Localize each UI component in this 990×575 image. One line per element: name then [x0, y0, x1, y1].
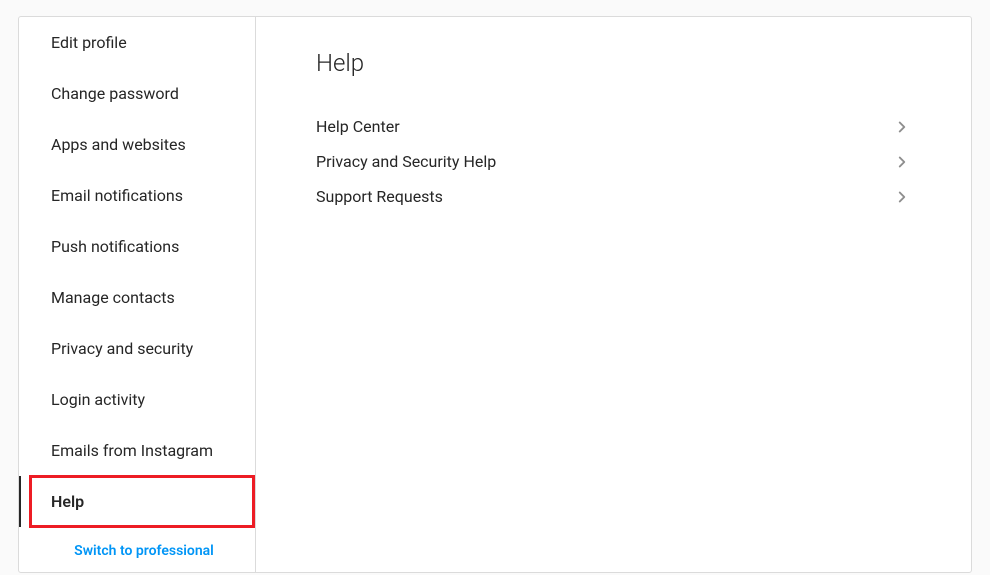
sidebar-item-login-activity[interactable]: Login activity: [19, 374, 255, 425]
sidebar-item-label: Manage contacts: [51, 288, 175, 307]
sidebar-item-help[interactable]: Help: [19, 476, 255, 527]
sidebar-item-apps-websites[interactable]: Apps and websites: [19, 119, 255, 170]
sidebar-item-emails-from-instagram[interactable]: Emails from Instagram: [19, 425, 255, 476]
sidebar-item-edit-profile[interactable]: Edit profile: [19, 17, 255, 68]
chevron-right-icon: [893, 118, 911, 136]
help-item-label: Help Center: [316, 117, 400, 136]
sidebar-item-label: Privacy and security: [51, 339, 193, 358]
page-title: Help: [316, 49, 911, 77]
chevron-right-icon: [893, 153, 911, 171]
sidebar-item-label: Emails from Instagram: [51, 441, 213, 460]
sidebar-item-label: Email notifications: [51, 186, 183, 205]
switch-to-professional-link[interactable]: Switch to professional: [19, 527, 255, 575]
highlight-annotation: Help: [19, 476, 255, 527]
settings-container: Edit profile Change password Apps and we…: [18, 16, 972, 573]
settings-sidebar: Edit profile Change password Apps and we…: [19, 17, 256, 572]
sidebar-item-manage-contacts[interactable]: Manage contacts: [19, 272, 255, 323]
sidebar-item-change-password[interactable]: Change password: [19, 68, 255, 119]
help-item-label: Support Requests: [316, 187, 443, 206]
help-list: Help Center Privacy and Security Help Su…: [316, 109, 911, 214]
help-item-help-center[interactable]: Help Center: [316, 109, 911, 144]
sidebar-item-label: Login activity: [51, 390, 145, 409]
sidebar-item-label: Apps and websites: [51, 135, 186, 154]
sidebar-item-push-notifications[interactable]: Push notifications: [19, 221, 255, 272]
sidebar-item-label: Push notifications: [51, 237, 179, 256]
help-item-support-requests[interactable]: Support Requests: [316, 179, 911, 214]
sidebar-item-privacy-security[interactable]: Privacy and security: [19, 323, 255, 374]
main-content: Help Help Center Privacy and Security He…: [256, 17, 971, 572]
sidebar-item-email-notifications[interactable]: Email notifications: [19, 170, 255, 221]
chevron-right-icon: [893, 188, 911, 206]
sidebar-item-label: Help: [51, 492, 84, 511]
switch-link-label: Switch to professional: [74, 543, 214, 559]
sidebar-item-label: Change password: [51, 84, 179, 103]
help-item-label: Privacy and Security Help: [316, 152, 496, 171]
help-item-privacy-security[interactable]: Privacy and Security Help: [316, 144, 911, 179]
sidebar-item-label: Edit profile: [51, 33, 127, 52]
